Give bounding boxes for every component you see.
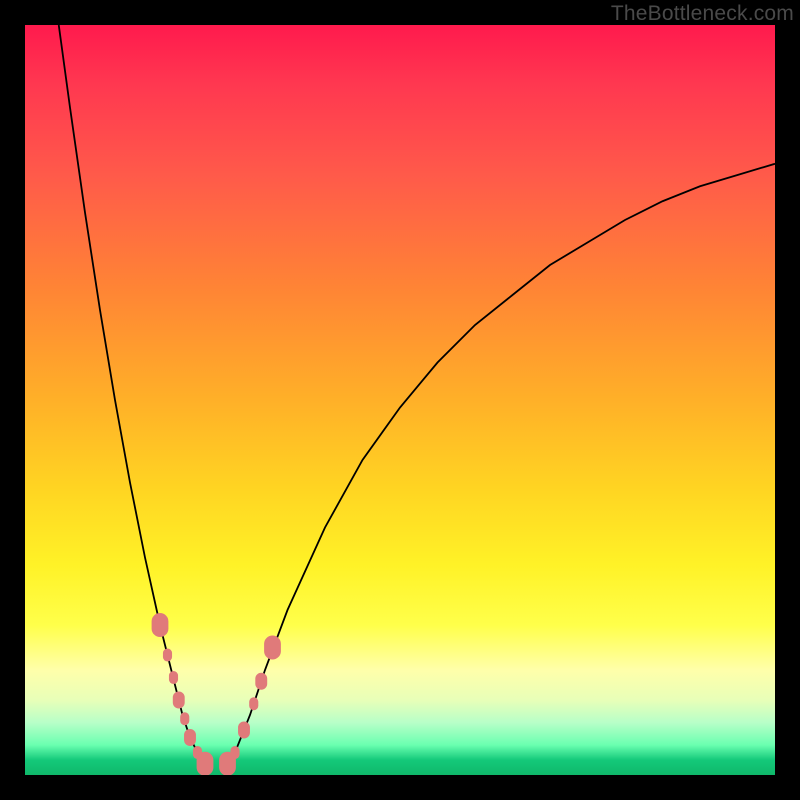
curve-right-branch bbox=[228, 164, 776, 764]
data-marker bbox=[184, 729, 196, 746]
marker-group bbox=[152, 613, 281, 775]
data-marker bbox=[238, 722, 250, 739]
data-marker bbox=[180, 712, 189, 725]
data-marker bbox=[255, 673, 267, 690]
chart-frame: TheBottleneck.com bbox=[0, 0, 800, 800]
watermark-text: TheBottleneck.com bbox=[611, 2, 794, 26]
data-marker bbox=[163, 649, 172, 662]
data-marker bbox=[197, 752, 214, 775]
data-marker bbox=[169, 671, 178, 684]
curve-left-branch bbox=[59, 25, 205, 764]
data-marker bbox=[173, 692, 185, 709]
data-marker bbox=[152, 613, 169, 637]
chart-svg bbox=[25, 25, 775, 775]
data-marker bbox=[249, 697, 258, 710]
data-marker bbox=[230, 746, 239, 759]
data-marker bbox=[264, 636, 281, 660]
plot-area bbox=[25, 25, 775, 775]
